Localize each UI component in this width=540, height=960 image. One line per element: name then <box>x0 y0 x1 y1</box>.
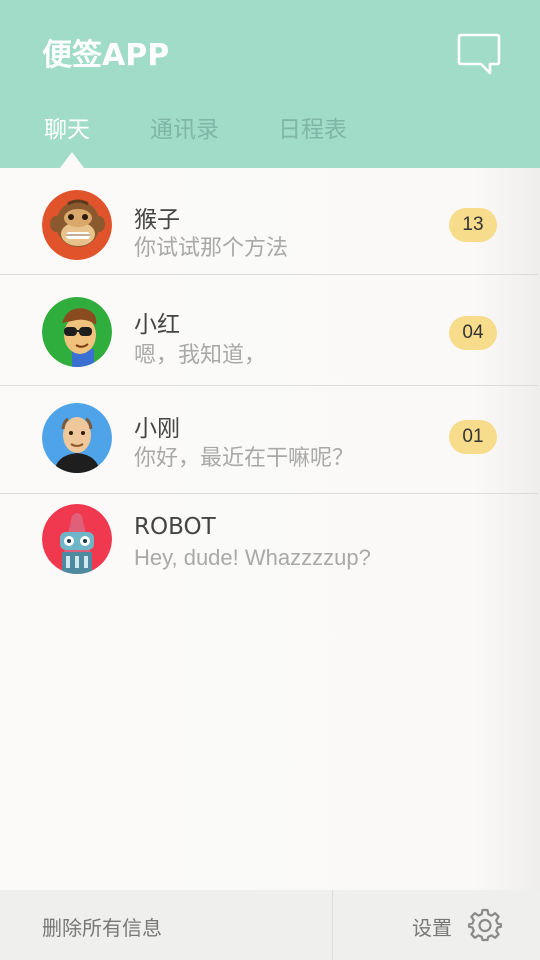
row-divider <box>0 385 538 386</box>
conversation-list: 猴子 你试试那个方法 13 小红 嗯，我知道， 04 小刚 你好，最近在干嘛呢？… <box>0 168 540 890</box>
robot-avatar-icon <box>42 504 112 574</box>
unread-count-badge: 13 <box>449 208 497 242</box>
last-message: Hey, dude! Whazzzzup? <box>134 545 371 570</box>
tab-chat[interactable]: 聊天 <box>44 110 90 144</box>
last-message: 嗯，我知道， <box>134 342 267 367</box>
unread-count-badge: 01 <box>449 420 497 454</box>
tab-bar: 聊天 通讯录 日程表 <box>0 110 540 150</box>
bald-man-avatar-icon <box>42 403 112 473</box>
gear-icon <box>468 908 502 942</box>
last-message: 你试试那个方法 <box>134 235 289 260</box>
tab-schedule[interactable]: 日程表 <box>278 110 347 144</box>
settings-label: 设置 <box>412 916 452 940</box>
cartoon-man-sunglasses-avatar-icon <box>42 297 112 367</box>
conversation-row[interactable]: 小刚 你好，最近在干嘛呢？ 01 <box>0 387 540 494</box>
unread-count-badge: 04 <box>449 316 497 350</box>
last-message: 你好，最近在干嘛呢？ <box>134 445 355 470</box>
app-title: 便签APP <box>42 38 170 73</box>
contact-name: 小刚 <box>134 416 180 442</box>
contact-name: 小红 <box>134 312 180 338</box>
footer-bar: 删除所有信息 设置 <box>0 890 540 960</box>
conversation-row[interactable]: ROBOT Hey, dude! Whazzzzup? <box>0 490 540 597</box>
app-header: 便签APP 聊天 通讯录 日程表 <box>0 0 540 168</box>
conversation-row[interactable]: 小红 嗯，我知道， 04 <box>0 279 540 386</box>
contact-name: 猴子 <box>134 207 180 233</box>
footer-divider <box>332 890 333 960</box>
row-divider <box>0 274 538 275</box>
active-tab-indicator <box>60 152 84 168</box>
contact-name: ROBOT <box>134 514 216 540</box>
conversation-row[interactable]: 猴子 你试试那个方法 13 <box>0 168 540 275</box>
monkey-avatar-icon <box>42 190 112 260</box>
tab-contacts[interactable]: 通讯录 <box>150 110 219 144</box>
delete-all-messages-button[interactable]: 删除所有信息 <box>42 912 162 941</box>
chat-bubble-icon[interactable] <box>456 32 502 76</box>
